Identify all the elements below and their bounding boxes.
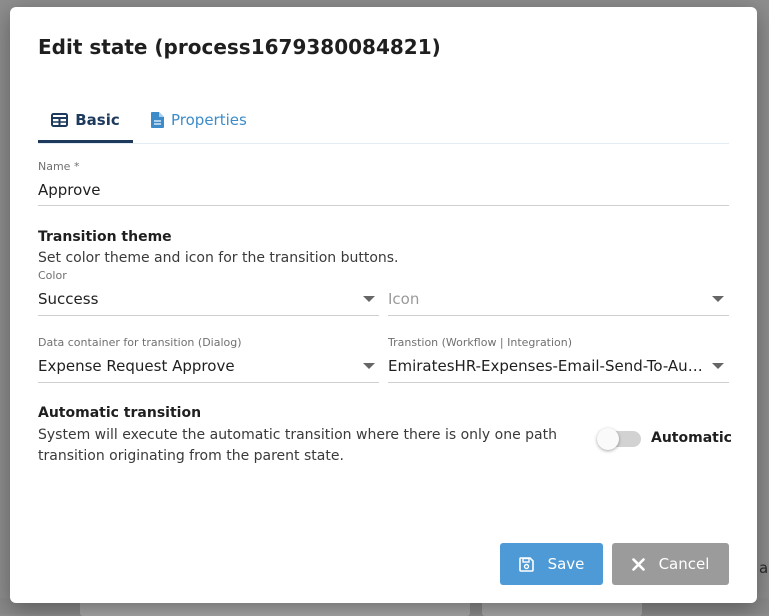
tab-basic-label: Basic xyxy=(75,110,120,129)
name-input[interactable]: Approve xyxy=(38,181,728,199)
cancel-label: Cancel xyxy=(658,555,710,573)
color-label: Color xyxy=(38,269,67,282)
name-underline xyxy=(38,205,729,206)
save-label: Save xyxy=(547,555,585,573)
tab-basic[interactable]: Basic xyxy=(38,99,133,143)
chevron-down-icon[interactable] xyxy=(712,363,724,369)
data-container-underline xyxy=(38,382,379,383)
automatic-transition-title: Automatic transition xyxy=(38,405,202,421)
close-icon xyxy=(631,557,645,571)
chevron-down-icon[interactable] xyxy=(363,296,375,302)
color-underline xyxy=(38,315,379,316)
icon-select[interactable]: Icon xyxy=(388,290,688,308)
document-icon xyxy=(151,112,164,128)
toggle-knob[interactable] xyxy=(597,428,619,450)
data-container-select[interactable]: Expense Request Approve xyxy=(38,357,348,375)
tab-properties-label: Properties xyxy=(171,111,247,129)
chevron-down-icon[interactable] xyxy=(712,296,724,302)
transition-underline xyxy=(388,382,729,383)
icon-underline xyxy=(388,315,729,316)
transition-theme-description: Set color theme and icon for the transit… xyxy=(38,250,399,266)
color-select[interactable]: Success xyxy=(38,290,338,308)
tab-bar: Basic Properties xyxy=(38,99,729,144)
automatic-transition-description: System will execute the automatic transi… xyxy=(38,427,557,464)
chevron-down-icon[interactable] xyxy=(363,363,375,369)
dialog-title: Edit state (process1679380084821) xyxy=(38,35,441,59)
save-button[interactable]: Save xyxy=(500,543,603,585)
transition-select[interactable]: EmiratesHR-Expenses-Email-Send-To-Audito… xyxy=(388,357,706,375)
edit-state-dialog: Edit state (process1679380084821) Basic xyxy=(10,7,757,603)
automatic-toggle-label: Automatic xyxy=(651,430,732,446)
name-label: Name * xyxy=(38,160,80,173)
automatic-toggle[interactable] xyxy=(597,428,641,450)
floppy-disk-icon xyxy=(518,556,534,572)
background-text: ar xyxy=(759,559,769,577)
cancel-button[interactable]: Cancel xyxy=(612,543,729,585)
tab-properties[interactable]: Properties xyxy=(151,99,247,141)
transition-theme-title: Transition theme xyxy=(38,229,172,245)
data-container-label: Data container for transition (Dialog) xyxy=(38,336,242,349)
table-icon xyxy=(51,112,69,127)
transition-label: Transtion (Workflow | Integration) xyxy=(388,336,573,349)
